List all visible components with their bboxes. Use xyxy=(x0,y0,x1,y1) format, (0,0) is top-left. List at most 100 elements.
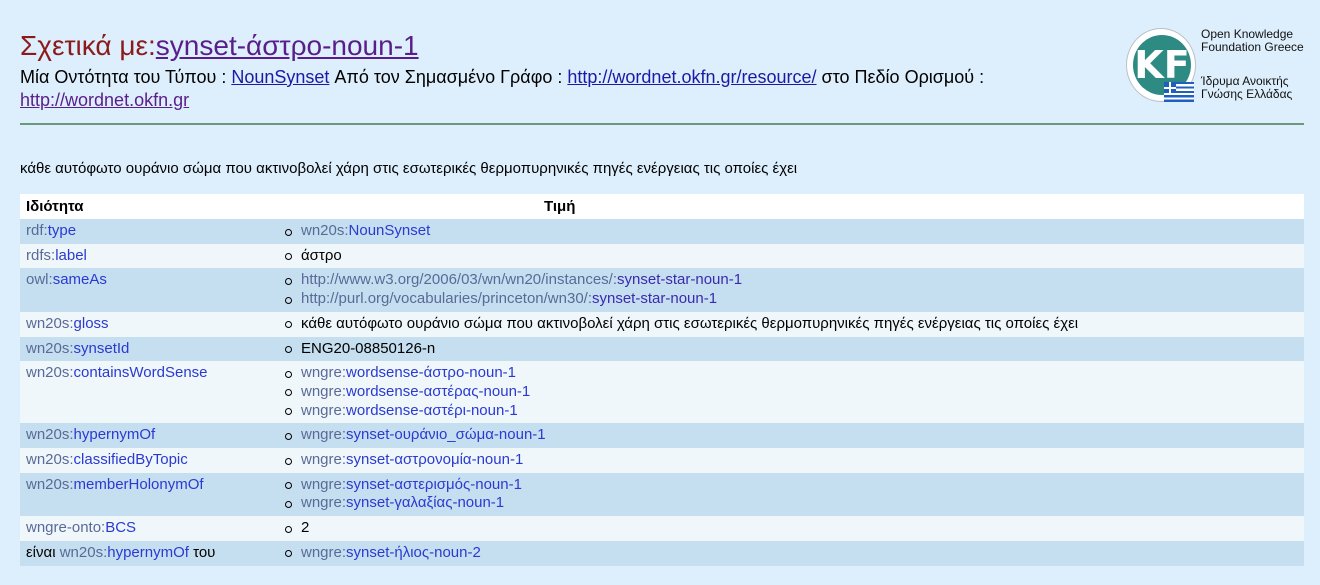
value-link[interactable]: http://purl.org/vocabularies/princeton/w… xyxy=(301,290,717,307)
property-prefix: owl: xyxy=(26,271,53,289)
value-item: wngre:synset-ουράνιο_σώμα-noun-1 xyxy=(285,426,1298,445)
property-trail-text: του xyxy=(188,543,216,561)
property-link[interactable]: owl:sameAs xyxy=(26,271,107,288)
value-cell: wngre:synset-αστρονομία-noun-1 xyxy=(279,448,1304,473)
value-cell: wngre:synset-ήλιος-noun-2 xyxy=(279,540,1304,566)
property-prefix: wn20s: xyxy=(26,339,74,357)
value-list: http://www.w3.org/2006/03/wn/wn20/instan… xyxy=(285,271,1298,309)
table-row: wn20s:classifiedByTopic wngre:synset-αστρ… xyxy=(20,448,1304,473)
property-prefix: rdf: xyxy=(26,222,48,239)
property-prefix: wn20s: xyxy=(26,451,74,469)
value-cell: ENG20-08850126-n xyxy=(279,336,1304,362)
value-namespace-url: http://purl.org/vocabularies/princeton/w… xyxy=(301,290,592,308)
title-resource-link[interactable]: synset-άστρο-noun-1 xyxy=(156,30,419,61)
value-prefix: wngre: xyxy=(301,364,347,382)
property-prefix: wn20s: xyxy=(26,426,74,444)
table-row: wn20s:hypernymOf wngre:synset-ουράνιο_σώμ… xyxy=(20,423,1304,449)
value-link[interactable]: wngre:synset-αστρονομία-noun-1 xyxy=(301,451,523,468)
value-link[interactable]: wngre:wordsense-άστρο-noun-1 xyxy=(301,364,516,381)
value-link[interactable]: wngre:wordsense-αστέρι-noun-1 xyxy=(301,402,518,419)
property-link[interactable]: rdf:type xyxy=(26,222,76,239)
greek-flag-icon xyxy=(1164,82,1194,102)
graph-link[interactable]: http://wordnet.okfn.gr/resource/ xyxy=(567,67,816,87)
property-link[interactable]: wn20s:gloss xyxy=(26,315,109,332)
property-link[interactable]: wn20s:classifiedByTopic xyxy=(26,451,188,468)
value-cell: 2 xyxy=(279,516,1304,541)
property-cell: wn20s:memberHolonymOf xyxy=(20,472,279,517)
value-cell: wn20s:NounSynset xyxy=(279,219,1304,244)
value-item: 2 xyxy=(285,519,1298,538)
value-cell: κάθε αυτόφωτο ουράνιο σώμα που ακτινοβολ… xyxy=(279,311,1304,337)
title-prefix: Σχετικά με: xyxy=(20,30,156,61)
property-prefix: rdfs: xyxy=(26,246,56,264)
value-link[interactable]: wngre:synset-ουράνιο_σώμα-noun-1 xyxy=(301,426,546,443)
property-prefix: wn20s: xyxy=(26,475,74,493)
value-column-header: Τιμή xyxy=(279,194,1304,219)
literal-value: ENG20-08850126-n xyxy=(301,339,436,357)
property-link[interactable]: rdfs:label xyxy=(26,247,87,264)
literal-value: άστρο xyxy=(301,246,342,264)
value-link[interactable]: wngre:synset-ήλιος-noun-2 xyxy=(301,544,481,561)
property-localname: containsWordSense xyxy=(73,364,208,382)
resource-subtitle: Μία Οντότητα του Τύπου : NounSynset Από … xyxy=(20,66,1100,112)
domain-link[interactable]: http://wordnet.okfn.gr xyxy=(20,90,189,110)
property-prefix: wn20s: xyxy=(59,543,108,561)
value-cell: wngre:wordsense-άστρο-noun-1 wngre:wordse… xyxy=(279,361,1304,424)
value-localname: wordsense-αστέρας-noun-1 xyxy=(346,382,531,400)
value-localname: synset-ήλιος-noun-2 xyxy=(346,543,481,561)
property-localname: gloss xyxy=(73,314,109,332)
type-link[interactable]: NounSynset xyxy=(231,67,329,87)
property-cell: wn20s:synsetId xyxy=(20,336,279,362)
property-link[interactable]: wngre-onto:BCS xyxy=(26,519,136,536)
table-row: wn20s:gloss κάθε αυτόφωτο ουράνιο σώμα πο… xyxy=(20,311,1304,337)
subtitle-text-2: Από τον Σημασμένο Γράφο : xyxy=(329,67,568,87)
value-item: wngre:wordsense-άστρο-noun-1 xyxy=(285,364,1298,383)
property-link[interactable]: wn20s:hypernymOf xyxy=(26,426,155,443)
value-link[interactable]: wn20s:NounSynset xyxy=(301,222,430,239)
value-link[interactable]: wngre:wordsense-αστέρας-noun-1 xyxy=(301,383,530,400)
value-localname: synset-γαλαξίας-noun-1 xyxy=(346,494,505,512)
value-link[interactable]: http://www.w3.org/2006/03/wn/wn20/instan… xyxy=(301,271,742,288)
property-localname: BCS xyxy=(105,519,137,537)
property-link[interactable]: wn20s:hypernymOf xyxy=(60,544,189,561)
value-prefix: wngre: xyxy=(301,382,347,400)
property-link[interactable]: wn20s:memberHolonymOf xyxy=(26,476,204,493)
value-list: ENG20-08850126-n xyxy=(285,339,1298,359)
property-prefix: wn20s: xyxy=(26,364,74,382)
value-link[interactable]: wngre:synset-γαλαξίας-noun-1 xyxy=(301,494,504,511)
table-row: wn20s:memberHolonymOf wngre:synset-αστερι… xyxy=(20,472,1304,517)
subtitle-text-1: Μία Οντότητα του Τύπου : xyxy=(20,67,232,87)
value-link[interactable]: wngre:synset-αστερισμός-noun-1 xyxy=(301,476,522,493)
table-row: rdf:type wn20s:NounSynset xyxy=(20,219,1304,244)
okfn-greece-logo[interactable]: KF Open Knowledge Foundation Greece Ίδρυ… xyxy=(1124,26,1320,106)
value-cell: wngre:synset-ουράνιο_σώμα-noun-1 xyxy=(279,423,1304,449)
value-list: wngre:wordsense-άστρο-noun-1 wngre:wordse… xyxy=(285,364,1298,420)
value-item: http://www.w3.org/2006/03/wn/wn20/instan… xyxy=(285,271,1298,290)
table-row: είναι wn20s:hypernymOf του wngre:synset-ή… xyxy=(20,540,1304,566)
property-link[interactable]: wn20s:synsetId xyxy=(26,340,129,357)
value-localname: synset-αστερισμός-noun-1 xyxy=(346,475,522,493)
value-list: wngre:synset-ήλιος-noun-2 xyxy=(285,544,1298,563)
value-list: wngre:synset-ουράνιο_σώμα-noun-1 xyxy=(285,426,1298,445)
value-localname: NounSynset xyxy=(348,222,431,239)
value-localname: synset-αστρονομία-noun-1 xyxy=(346,451,524,469)
resource-description: κάθε αυτόφωτο ουράνιο σώμα που ακτινοβολ… xyxy=(20,160,798,177)
value-item: ENG20-08850126-n xyxy=(285,339,1298,359)
property-localname: hypernymOf xyxy=(107,543,189,561)
value-localname: synset-star-noun-1 xyxy=(617,271,743,289)
property-localname: synsetId xyxy=(73,339,130,357)
value-cell: wngre:synset-αστερισμός-noun-1 wngre:syns… xyxy=(279,472,1304,517)
property-prefix: wngre-onto: xyxy=(26,519,106,537)
value-item: http://purl.org/vocabularies/princeton/w… xyxy=(285,290,1298,309)
value-prefix: wngre: xyxy=(301,426,347,444)
property-localname: classifiedByTopic xyxy=(73,451,188,469)
logo-line-2: Foundation Greece xyxy=(1201,40,1304,54)
table-header-row: Ιδιότητα Τιμή xyxy=(20,194,1304,219)
value-list: άστρο xyxy=(285,246,1298,266)
property-link[interactable]: wn20s:containsWordSense xyxy=(26,364,208,381)
value-item: wngre:wordsense-αστέρας-noun-1 xyxy=(285,383,1298,402)
property-cell: wn20s:hypernymOf xyxy=(20,423,279,449)
value-prefix: wn20s: xyxy=(301,222,349,239)
literal-value: κάθε αυτόφωτο ουράνιο σώμα που ακτινοβολ… xyxy=(301,314,1079,332)
value-cell: http://www.w3.org/2006/03/wn/wn20/instan… xyxy=(279,268,1304,312)
